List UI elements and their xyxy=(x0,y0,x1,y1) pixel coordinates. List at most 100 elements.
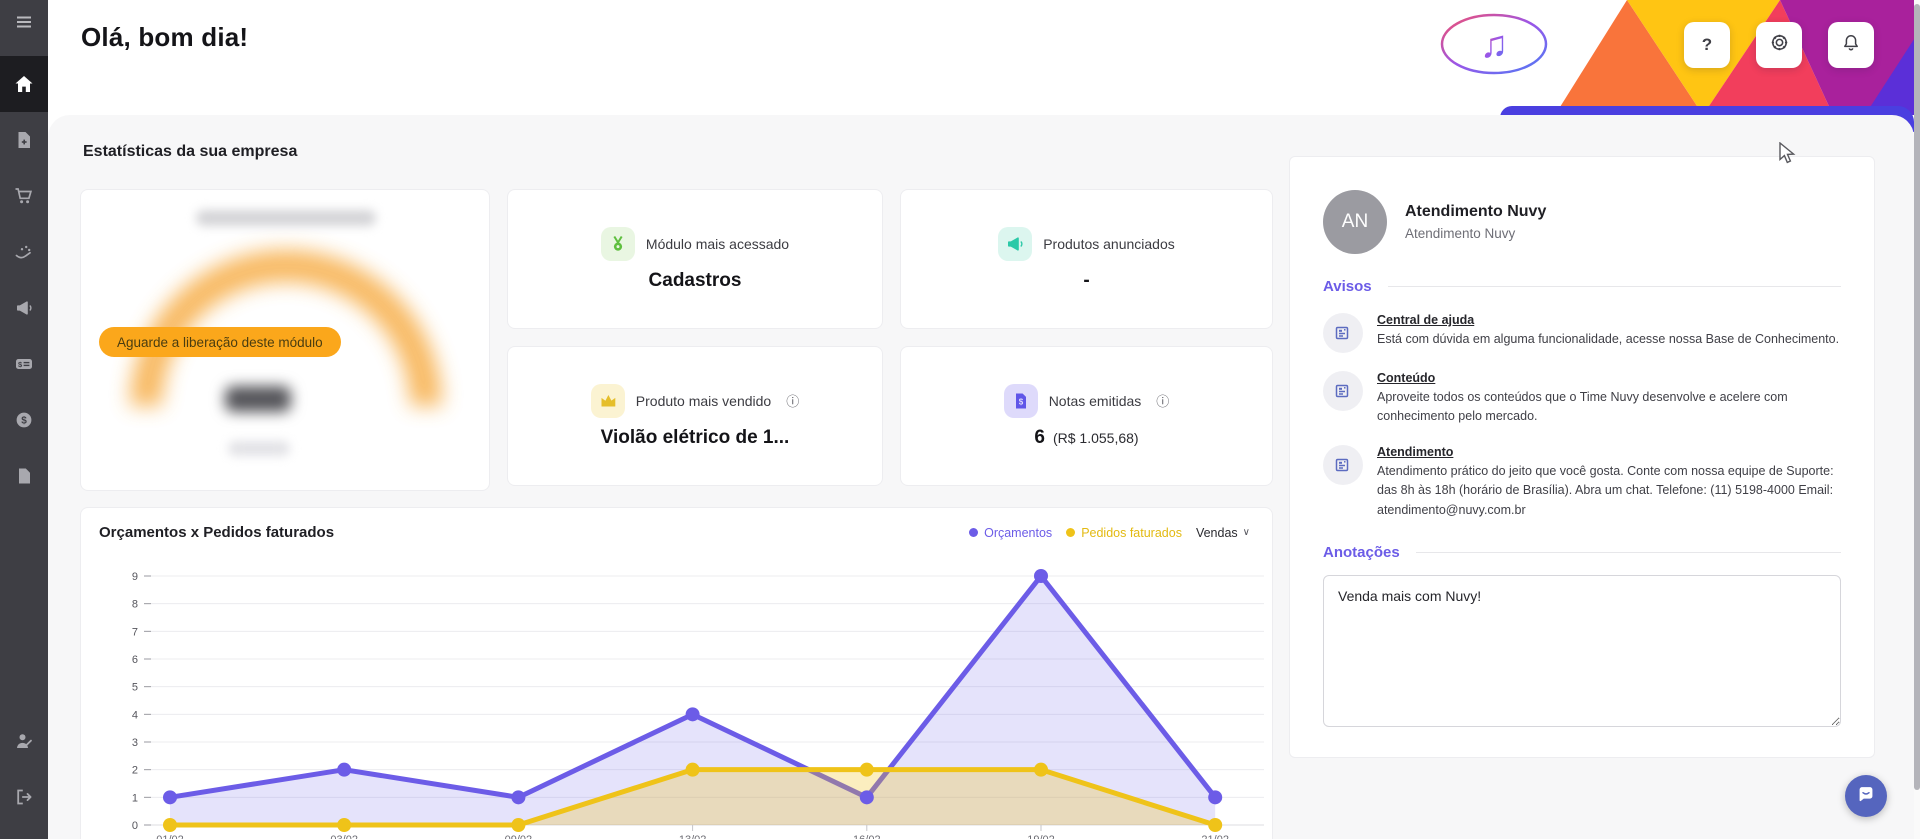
crown-icon xyxy=(591,384,625,418)
divider xyxy=(1416,552,1841,553)
list-item: Conteúdo Aproveite todos os conteúdos qu… xyxy=(1323,371,1841,427)
legend-label: Pedidos faturados xyxy=(1081,526,1182,540)
scrollbar[interactable] xyxy=(1914,0,1920,839)
svg-text:3: 3 xyxy=(132,737,138,749)
settings-button[interactable] xyxy=(1756,22,1802,68)
stat-label: Produto mais vendido xyxy=(636,393,771,409)
sidebar-item-billing[interactable]: $ xyxy=(0,336,48,392)
sidebar-item-finance[interactable]: $ xyxy=(0,392,48,448)
legend-label: Orçamentos xyxy=(984,526,1052,540)
stat-value: Violão elétrico de 1... xyxy=(601,427,790,449)
hand-coins-icon xyxy=(14,242,34,262)
sidebar-item-documents[interactable] xyxy=(0,448,48,504)
svg-text:7: 7 xyxy=(132,626,138,638)
dollar-icon: $ xyxy=(14,410,34,430)
document-icon xyxy=(14,466,34,486)
svg-text:6: 6 xyxy=(132,654,138,666)
notes-textarea[interactable]: Venda mais com Nuvy! xyxy=(1323,575,1841,727)
notifications-button[interactable] xyxy=(1828,22,1874,68)
stat-value: Cadastros xyxy=(649,270,742,292)
sidebar-item-new-document[interactable] xyxy=(0,112,48,168)
svg-text:21/02: 21/02 xyxy=(1201,834,1229,839)
svg-text:16/02: 16/02 xyxy=(853,834,881,839)
support-subtitle: Atendimento Nuvy xyxy=(1405,226,1546,241)
svg-text:5: 5 xyxy=(132,682,138,694)
legend-pedidos-faturados[interactable]: Pedidos faturados xyxy=(1066,526,1182,540)
music-note-icon: ♫ xyxy=(1480,24,1509,66)
blurred-gauge-value xyxy=(225,386,291,412)
svg-text:13/02: 13/02 xyxy=(679,834,707,839)
header: Olá, bom dia! ♫ ? xyxy=(48,0,1920,115)
svg-text:4: 4 xyxy=(132,709,138,721)
list-item: Atendimento Atendimento prático do jeito… xyxy=(1323,445,1841,520)
page-title: Olá, bom dia! xyxy=(81,22,248,53)
line-chart[interactable]: 012345678901/0203/0209/0213/0216/0219/02… xyxy=(81,552,1274,839)
stat-label: Notas emitidas xyxy=(1049,393,1142,409)
support-card: AN Atendimento Nuvy Atendimento Nuvy Avi… xyxy=(1289,156,1875,758)
aviso-link[interactable]: Atendimento xyxy=(1377,445,1841,459)
scrollbar-thumb[interactable] xyxy=(1914,4,1920,790)
stat-value: - xyxy=(1083,270,1089,292)
gauge-card: Aguarde a liberação deste módulo xyxy=(80,189,490,491)
svg-text:$: $ xyxy=(21,415,27,426)
avisos-heading: Avisos xyxy=(1323,278,1841,295)
stat-label: Produtos anunciados xyxy=(1043,236,1175,252)
billing-icon: $ xyxy=(14,354,34,374)
chart-card: Orçamentos x Pedidos faturados Orçamento… xyxy=(80,507,1273,839)
anotacoes-heading: Anotações xyxy=(1323,544,1841,561)
sidebar: $ $ xyxy=(0,0,48,839)
invoice-icon: $ xyxy=(1004,384,1038,418)
cart-icon xyxy=(14,186,34,206)
list-item: Central de ajuda Está com dúvida em algu… xyxy=(1323,313,1841,353)
support-name: Atendimento Nuvy xyxy=(1405,203,1546,221)
sidebar-nav: $ $ xyxy=(0,56,48,504)
chart-legend: Orçamentos Pedidos faturados Vendas ∨ xyxy=(969,526,1250,540)
chevron-down-icon: ∨ xyxy=(1243,527,1250,538)
aviso-link[interactable]: Conteúdo xyxy=(1377,371,1841,385)
medal-icon xyxy=(601,227,635,261)
svg-text:01/02: 01/02 xyxy=(156,834,184,839)
gauge-locked-badge: Aguarde a liberação deste módulo xyxy=(99,327,341,357)
svg-text:$: $ xyxy=(1018,397,1023,406)
user-edit-icon xyxy=(14,731,34,751)
aviso-body: Atendimento prático do jeito que você go… xyxy=(1377,462,1841,520)
sidebar-item-marketing[interactable] xyxy=(0,280,48,336)
chart-title: Orçamentos x Pedidos faturados xyxy=(99,524,334,541)
stat-label: Módulo mais acessado xyxy=(646,236,789,252)
gear-icon xyxy=(1769,32,1790,58)
chart-type-dropdown[interactable]: Vendas ∨ xyxy=(1196,526,1250,540)
aviso-link[interactable]: Central de ajuda xyxy=(1377,313,1839,327)
svg-text:8: 8 xyxy=(132,599,138,611)
help-button[interactable]: ? xyxy=(1684,22,1730,68)
company-logo: ♫ xyxy=(1438,11,1550,82)
stat-card-modulo: Módulo mais acessado Cadastros xyxy=(507,189,883,329)
info-icon[interactable]: ⓘ xyxy=(786,391,799,410)
info-icon[interactable]: ⓘ xyxy=(1156,391,1169,410)
svg-text:0: 0 xyxy=(132,820,138,832)
divider xyxy=(1388,286,1841,287)
megaphone-icon xyxy=(14,298,34,318)
svg-text:2: 2 xyxy=(132,765,138,777)
stat-value: 6 xyxy=(1034,427,1045,449)
blurred-gauge-title xyxy=(196,210,376,226)
stats-section-title: Estatísticas da sua empresa xyxy=(83,143,297,161)
sidebar-item-account[interactable] xyxy=(0,713,48,769)
menu-icon[interactable] xyxy=(0,0,48,44)
chat-button[interactable] xyxy=(1845,775,1887,817)
sidebar-item-commissions[interactable] xyxy=(0,224,48,280)
blurred-gauge-subtitle xyxy=(228,441,290,456)
home-icon xyxy=(14,74,34,94)
main-panel: Estatísticas da sua empresa Aguarde a li… xyxy=(48,115,1914,839)
avatar: AN xyxy=(1323,190,1387,254)
stat-value-suffix: (R$ 1.055,68) xyxy=(1053,430,1139,446)
sidebar-item-sales[interactable] xyxy=(0,168,48,224)
sidebar-item-logout[interactable] xyxy=(0,769,48,825)
news-icon xyxy=(1323,313,1363,353)
stat-card-notas-emitidas: $ Notas emitidas ⓘ 6 (R$ 1.055,68) xyxy=(900,346,1273,486)
svg-text:19/02: 19/02 xyxy=(1027,834,1055,839)
svg-text:09/02: 09/02 xyxy=(505,834,533,839)
svg-text:03/02: 03/02 xyxy=(330,834,358,839)
legend-orcamentos[interactable]: Orçamentos xyxy=(969,526,1052,540)
logout-icon xyxy=(14,787,34,807)
sidebar-item-home[interactable] xyxy=(0,56,48,112)
